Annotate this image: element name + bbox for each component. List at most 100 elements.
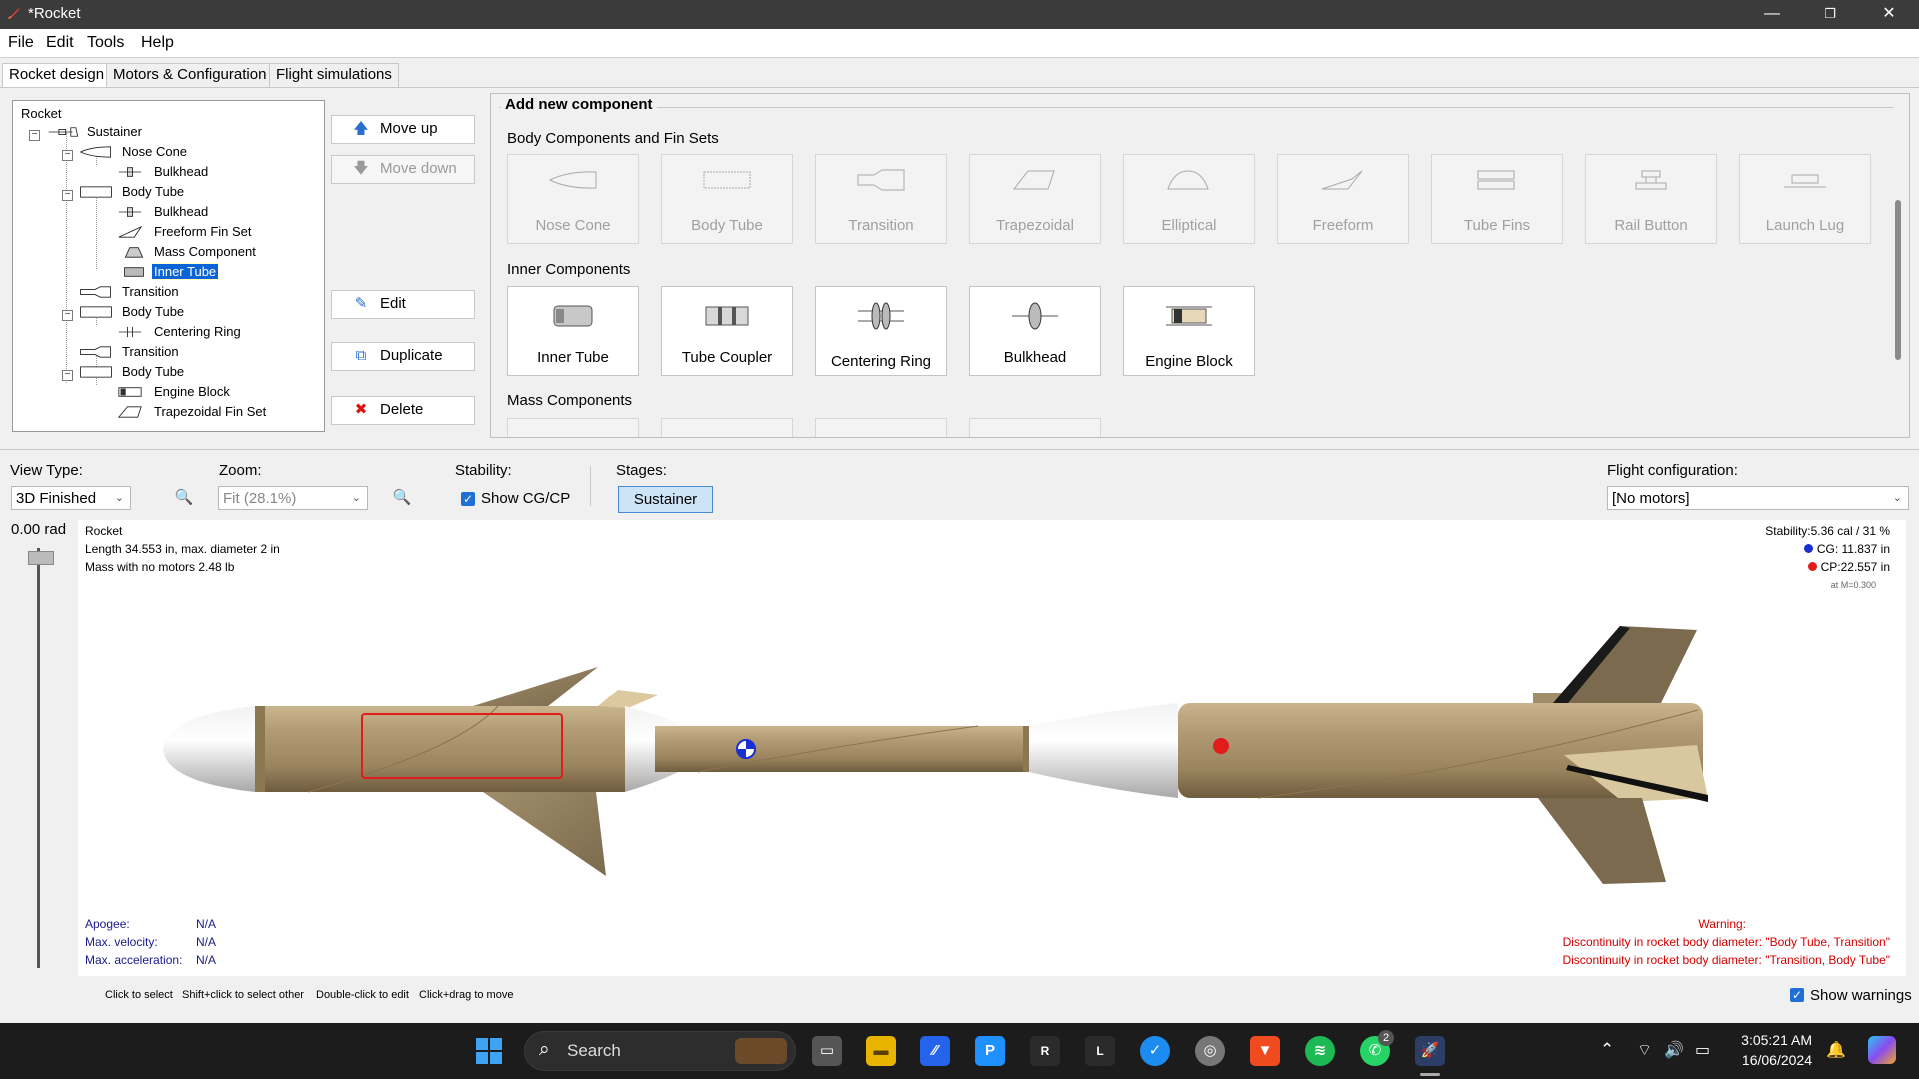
p-app-icon[interactable]: P	[975, 1036, 1005, 1066]
zoom-in-icon[interactable]: 🔍	[389, 486, 415, 510]
tree-item-engine-block[interactable]: Engine Block	[152, 383, 232, 401]
l-app-icon[interactable]: L	[1085, 1036, 1115, 1066]
spotify-icon[interactable]: ≋	[1305, 1036, 1335, 1066]
view-type-select[interactable]: 3D Finished ⌄	[11, 486, 131, 510]
wifi-icon[interactable]: ⌔	[1637, 1040, 1652, 1060]
add-body-tube-button[interactable]: Body Tube	[661, 154, 793, 244]
rotation-slider-track[interactable]	[37, 548, 40, 968]
collapse-icon[interactable]: −	[62, 370, 73, 381]
disk-app-icon[interactable]: ◎	[1195, 1036, 1225, 1066]
tab-rocket-design[interactable]: Rocket design	[2, 63, 112, 88]
add-freeform-button[interactable]: Freeform	[1277, 154, 1409, 244]
stage-sustainer-toggle[interactable]: Sustainer	[618, 486, 713, 513]
rocket-figure-area[interactable]: Rocket Length 34.553 in, max. diameter 2…	[78, 520, 1906, 976]
show-warnings-checkbox[interactable]: ✓	[1790, 988, 1804, 1002]
transition-icon	[80, 346, 111, 358]
tree-item-nose-cone[interactable]: Nose Cone	[120, 143, 189, 161]
menu-tools[interactable]: Tools	[87, 34, 124, 52]
tree-item-body-tube-3[interactable]: Body Tube	[120, 363, 186, 381]
add-elliptical-button[interactable]: Elliptical	[1123, 154, 1255, 244]
rocket-forward-body-tube[interactable]	[255, 705, 625, 793]
tree-item-sustainer[interactable]: Sustainer	[85, 123, 144, 141]
rocket-middle-body-tube[interactable]	[655, 725, 1029, 773]
show-cgcp-checkbox[interactable]: ✓	[461, 492, 475, 506]
pane-splitter[interactable]	[0, 449, 1919, 450]
r-app-icon[interactable]: R	[1030, 1036, 1060, 1066]
flight-config-select[interactable]: [No motors] ⌄	[1607, 486, 1909, 510]
tree-item-body-tube-2[interactable]: Body Tube	[120, 303, 186, 321]
rotation-slider-thumb[interactable]	[28, 551, 54, 565]
tree-item-trapezoidal-fin-set[interactable]: Trapezoidal Fin Set	[152, 403, 268, 421]
add-mass-component-button[interactable]	[507, 418, 639, 437]
menu-help[interactable]: Help	[141, 34, 174, 52]
component-panel-scrollbar[interactable]	[1895, 200, 1901, 360]
move-up-button[interactable]: 🡅 Move up	[331, 115, 475, 144]
rocket-nose-cone[interactable]	[163, 706, 255, 792]
tree-item-transition-2[interactable]: Transition	[120, 343, 181, 361]
add-nose-cone-button[interactable]: Nose Cone	[507, 154, 639, 244]
menu-edit[interactable]: Edit	[46, 34, 74, 52]
editor-app-icon[interactable]: ⁄⁄	[920, 1036, 950, 1066]
move-down-button[interactable]: 🡇 Move down	[331, 155, 475, 184]
minimize-button[interactable]: —	[1743, 0, 1801, 29]
tree-item-bulkhead[interactable]: Bulkhead	[152, 163, 210, 181]
body-tube-icon	[703, 171, 751, 189]
collapse-icon[interactable]: −	[29, 130, 40, 141]
delete-button[interactable]: ✖ Delete	[331, 396, 475, 425]
volume-icon[interactable]: 🔊	[1664, 1040, 1684, 1060]
add-trapezoidal-button[interactable]: Trapezoidal	[969, 154, 1101, 244]
tree-item-inner-tube[interactable]: Inner Tube	[150, 263, 220, 281]
add-bulkhead-button[interactable]: Bulkhead	[969, 286, 1101, 376]
clock-date[interactable]: 16/06/2024	[1735, 1052, 1812, 1068]
add-tube-fins-button[interactable]: Tube Fins	[1431, 154, 1563, 244]
collapse-icon[interactable]: −	[62, 310, 73, 321]
taskbar-search[interactable]: ⌕ Search	[524, 1031, 796, 1071]
zoom-out-icon[interactable]: 🔍	[171, 486, 197, 510]
clock-time[interactable]: 3:05:21 AM	[1740, 1032, 1812, 1048]
restore-button[interactable]: ❐	[1801, 0, 1859, 29]
brave-browser-icon[interactable]: ▼	[1250, 1036, 1280, 1066]
tree-item-rocket[interactable]: Rocket	[19, 105, 63, 123]
add-inner-tube-button[interactable]: Inner Tube	[507, 286, 639, 376]
tree-item-mass-component[interactable]: Mass Component	[152, 243, 258, 261]
tree-item-centering-ring[interactable]: Centering Ring	[152, 323, 243, 341]
close-button[interactable]: ✕	[1860, 0, 1918, 29]
add-launch-lug-button[interactable]: Launch Lug	[1739, 154, 1871, 244]
collapse-icon[interactable]: −	[62, 190, 73, 201]
battery-icon[interactable]: ▭	[1695, 1040, 1710, 1060]
file-explorer-icon[interactable]: ▬	[866, 1036, 896, 1066]
copilot-icon[interactable]	[1868, 1036, 1896, 1064]
freeform-fin-icon	[1321, 170, 1363, 190]
add-engine-block-button[interactable]: Engine Block	[1123, 286, 1255, 376]
duplicate-button[interactable]: ⧉ Duplicate	[331, 342, 475, 371]
chevron-up-icon[interactable]: ⌃	[1600, 1040, 1614, 1060]
launch-lug-icon	[1784, 174, 1826, 188]
openrocket-taskbar-icon[interactable]: 🚀	[1415, 1036, 1445, 1066]
add-transition-button[interactable]: Transition	[815, 154, 947, 244]
tree-item-transition[interactable]: Transition	[120, 283, 181, 301]
windows-start-icon[interactable]	[474, 1036, 504, 1066]
task-view-icon[interactable]: ▭	[812, 1036, 842, 1066]
add-centering-ring-button[interactable]: Centering Ring	[815, 286, 947, 376]
taskbar	[0, 1023, 1919, 1079]
todo-app-icon[interactable]: ✓	[1140, 1036, 1170, 1066]
notification-bell-icon[interactable]: 🔔	[1826, 1040, 1846, 1060]
edit-button[interactable]: ✎ Edit	[331, 290, 475, 319]
tab-flight-simulations[interactable]: Flight simulations	[269, 63, 399, 88]
tree-item-body-tube[interactable]: Body Tube	[120, 183, 186, 201]
rocket-aft-transition[interactable]	[1029, 703, 1178, 798]
component-tree[interactable]: Rocket − Sustainer − Nose Cone Bulkhead …	[12, 100, 325, 432]
add-tube-coupler-button[interactable]: Tube Coupler	[661, 286, 793, 376]
add-shock-cord-button[interactable]	[661, 418, 793, 437]
max-velocity-value: N/A	[196, 935, 217, 949]
add-rail-button-button[interactable]: Rail Button	[1585, 154, 1717, 244]
tree-item-freeform-fin-set[interactable]: Freeform Fin Set	[152, 223, 254, 241]
collapse-icon[interactable]: −	[62, 150, 73, 161]
add-streamer-button[interactable]	[969, 418, 1101, 437]
trapezoidal-fin-icon	[117, 406, 142, 418]
tree-item-bulkhead-2[interactable]: Bulkhead	[152, 203, 210, 221]
zoom-select[interactable]: Fit (28.1%) ⌄	[218, 486, 368, 510]
add-parachute-button[interactable]	[815, 418, 947, 437]
menu-file[interactable]: File	[8, 34, 34, 52]
tab-motors-configuration[interactable]: Motors & Configuration	[106, 63, 274, 88]
